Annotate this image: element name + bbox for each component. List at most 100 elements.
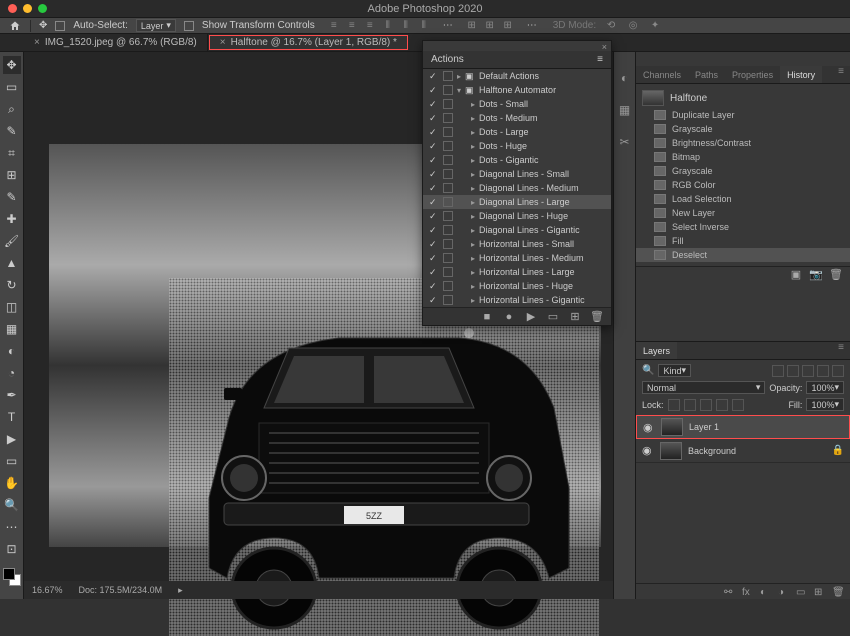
align-icon[interactable]: ⫴ [381,19,395,33]
document-tab-active[interactable]: × Halftone @ 16.7% (Layer 1, RGB/8) * [209,35,408,50]
align-icon[interactable]: ≡ [345,19,359,33]
trash-icon[interactable]: 🗑 [830,269,842,281]
action-item[interactable]: ✓▸Horizontal Lines - Gigantic [423,293,611,307]
action-item[interactable]: ✓▸Dots - Small [423,97,611,111]
action-item[interactable]: ✓▸Dots - Huge [423,139,611,153]
quick-select-tool[interactable]: ✎ [3,122,21,140]
action-set[interactable]: ✓▾▣Halftone Automator [423,83,611,97]
action-item[interactable]: ✓▸Dots - Large [423,125,611,139]
collapse-icon[interactable]: × [602,42,607,50]
opacity-input[interactable]: 100% ▾ [806,381,844,394]
action-item[interactable]: ✓▸Diagonal Lines - Large [423,195,611,209]
eyedropper-tool[interactable]: ✎ [3,188,21,206]
layer-item[interactable]: ◉ Layer 1 [636,415,850,439]
brush-tool[interactable]: 🖌 [3,232,21,250]
filter-shape-icon[interactable] [817,365,829,377]
fill-input[interactable]: 100% ▾ [806,398,844,411]
mode-3d-icon[interactable]: ⟲ [604,19,618,33]
history-state[interactable]: Duplicate Layer [636,108,850,122]
history-state[interactable]: Deselect [636,248,850,262]
history-state[interactable]: New Layer [636,206,850,220]
history-state[interactable]: Fill [636,234,850,248]
history-state[interactable]: RGB Color [636,178,850,192]
color-panel-icon[interactable]: ◐ [617,70,633,86]
align-icon[interactable]: ≡ [327,19,341,33]
history-state[interactable]: Brightness/Contrast [636,136,850,150]
blur-tool[interactable]: ◐ [3,342,21,360]
home-icon[interactable] [8,19,22,33]
action-item[interactable]: ✓▸Horizontal Lines - Small [423,237,611,251]
tab-channels[interactable]: Channels [636,66,688,83]
adjustments-panel-icon[interactable]: ✂ [617,134,633,150]
lock-position-icon[interactable] [700,399,712,411]
layer-item[interactable]: ◉ Background 🔒 [636,439,850,463]
eraser-tool[interactable]: ◫ [3,298,21,316]
align-icon[interactable]: ⫴ [399,19,413,33]
frame-tool[interactable]: ⊞ [3,166,21,184]
filter-smart-icon[interactable] [832,365,844,377]
action-item[interactable]: ✓▸Dots - Medium [423,111,611,125]
tab-properties[interactable]: Properties [725,66,780,83]
filter-type-icon[interactable] [802,365,814,377]
color-swatches[interactable] [3,568,21,586]
marquee-tool[interactable]: ▭ [3,78,21,96]
action-set[interactable]: ✓▸▣Default Actions [423,69,611,83]
action-item[interactable]: ✓▸Horizontal Lines - Medium [423,251,611,265]
zoom-tool[interactable]: 🔍 [3,496,21,514]
tab-layers[interactable]: Layers [636,342,677,359]
layer-name[interactable]: Background [688,446,736,456]
close-tab-icon[interactable]: × [34,37,40,48]
group-icon[interactable]: ▭ [796,587,808,597]
tab-history[interactable]: History [780,66,822,83]
move-tool[interactable]: ✥ [3,56,21,74]
action-item[interactable]: ✓▸Diagonal Lines - Medium [423,181,611,195]
crop-tool[interactable]: ⌗ [3,144,21,162]
record-icon[interactable]: ● [503,311,515,323]
stop-icon[interactable]: ■ [481,311,493,323]
panel-menu-icon[interactable]: ≡ [832,66,850,83]
visibility-icon[interactable]: ◉ [643,421,655,434]
history-state[interactable]: Bitmap [636,150,850,164]
trash-icon[interactable]: 🗑 [591,311,603,323]
play-icon[interactable]: ▶ [525,311,537,323]
history-state[interactable]: Load Selection [636,192,850,206]
maximize-window-icon[interactable] [38,4,47,13]
tab-paths[interactable]: Paths [688,66,725,83]
action-item[interactable]: ✓▸Diagonal Lines - Gigantic [423,223,611,237]
lock-pixels-icon[interactable] [684,399,696,411]
dodge-tool[interactable]: ◔ [3,364,21,382]
new-action-icon[interactable]: ⊞ [569,311,581,323]
action-item[interactable]: ✓▸Horizontal Lines - Huge [423,279,611,293]
lasso-tool[interactable]: ⌕ [3,100,21,118]
new-set-icon[interactable]: ▭ [547,311,559,323]
link-icon[interactable]: ⚯ [724,587,736,597]
history-state[interactable]: Select Inverse [636,220,850,234]
layer-name[interactable]: Layer 1 [689,422,719,432]
blend-mode-select[interactable]: Normal▾ [642,381,765,394]
lock-artboard-icon[interactable] [716,399,728,411]
lock-all-icon[interactable] [732,399,744,411]
healing-tool[interactable]: ✚ [3,210,21,228]
edit-toolbar[interactable]: ⋯ [3,518,21,536]
document-tab[interactable]: × IMG_1520.jpeg @ 66.7% (RGB/8) [24,34,208,51]
filter-adjust-icon[interactable] [787,365,799,377]
lock-trans-icon[interactable] [668,399,680,411]
action-item[interactable]: ✓▸Diagonal Lines - Huge [423,209,611,223]
mask-icon[interactable]: ◐ [760,587,772,597]
type-tool[interactable]: T [3,408,21,426]
new-layer-icon[interactable]: ⊞ [814,587,826,597]
show-transform-checkbox[interactable] [184,21,194,31]
camera-icon[interactable]: 📷 [810,269,822,281]
action-item[interactable]: ✓▸Horizontal Lines - Large [423,265,611,279]
distribute-icon[interactable]: ⊞ [483,19,497,33]
align-icon[interactable]: ⫴ [417,19,431,33]
new-document-icon[interactable]: ▣ [790,269,802,281]
fx-icon[interactable]: fx [742,587,754,597]
adjustment-icon[interactable]: ◑ [778,587,790,597]
history-state[interactable]: Grayscale [636,164,850,178]
history-state[interactable]: Grayscale [636,122,850,136]
history-snapshot[interactable]: Halftone [636,88,850,108]
visibility-icon[interactable]: ◉ [642,444,654,457]
path-select-tool[interactable]: ▶ [3,430,21,448]
gradient-tool[interactable]: ▦ [3,320,21,338]
